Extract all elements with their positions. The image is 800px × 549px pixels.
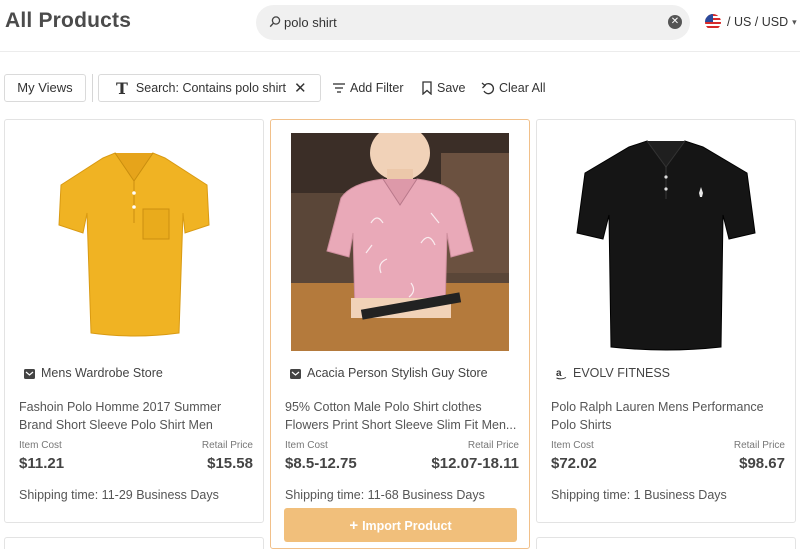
product-title[interactable]: 95% Cotton Male Polo Shirt clothes Flowe… [285, 398, 517, 434]
search-icon [269, 16, 281, 28]
store-icon [24, 368, 35, 379]
locale-label: / US / USD [727, 15, 789, 29]
retail-price-label: Retail Price [201, 440, 253, 451]
store-name: a EVOLV FITNESS [555, 366, 670, 380]
plus-icon: + [349, 516, 359, 534]
my-views-button[interactable]: My Views [4, 74, 86, 102]
undo-icon [481, 82, 494, 95]
store-label: EVOLV FITNESS [573, 366, 671, 380]
store-label: Mens Wardrobe Store [41, 366, 163, 380]
bookmark-icon [422, 81, 432, 95]
search-filter-chip[interactable]: T Search: Contains polo shirt ✕ [98, 74, 321, 102]
product-image[interactable] [291, 133, 509, 351]
locale-selector[interactable]: / US / USD ▾ [705, 12, 797, 32]
search-input[interactable] [284, 13, 654, 32]
product-image[interactable] [25, 133, 243, 351]
shipping-time: Shipping time: 1 Business Days [551, 488, 727, 502]
filter-bar: My Views T Search: Contains polo shirt ✕… [0, 72, 800, 104]
top-bar: All Products ✕ / US / USD ▾ [0, 0, 800, 52]
product-card[interactable]: a EVOLV FITNESS Polo Ralph Lauren Mens P… [536, 119, 796, 523]
retail-price-value: $15.58 [207, 455, 253, 472]
chip-label: Search: Contains polo shirt [135, 81, 286, 95]
product-title[interactable]: Fashoin Polo Homme 2017 Summer Brand Sho… [19, 398, 251, 434]
search-box[interactable]: ✕ [256, 5, 690, 40]
save-label: Save [437, 81, 466, 95]
item-cost-value: $72.02 [551, 455, 597, 472]
retail-price-value: $98.67 [739, 455, 785, 472]
divider [92, 74, 93, 102]
product-card[interactable]: Acacia Person Stylish Guy Store 95% Cott… [270, 119, 530, 549]
remove-filter-icon[interactable]: ✕ [294, 79, 307, 97]
save-button[interactable]: Save [421, 74, 466, 102]
retail-price-value: $12.07-18.11 [431, 455, 519, 472]
add-filter-button[interactable]: Add Filter [332, 74, 404, 102]
store-label: Acacia Person Stylish Guy Store [307, 366, 488, 380]
store-name: Mens Wardrobe Store [23, 366, 163, 380]
item-cost-label: Item Cost [19, 440, 62, 451]
store-icon [290, 368, 301, 379]
shipping-time: Shipping time: 11-68 Business Days [285, 488, 485, 502]
retail-price-label: Retail Price [733, 440, 785, 451]
clear-all-button[interactable]: Clear All [481, 74, 546, 102]
product-title[interactable]: Polo Ralph Lauren Mens Performance Polo … [551, 398, 783, 434]
item-cost-value: $11.21 [19, 455, 65, 472]
store-name: Acacia Person Stylish Guy Store [289, 366, 488, 380]
product-image[interactable] [557, 133, 775, 351]
filter-icon [333, 83, 345, 93]
clear-all-label: Clear All [499, 81, 546, 95]
product-card-partial [536, 537, 796, 549]
chevron-down-icon: ▾ [792, 16, 797, 27]
text-type-icon: T [116, 78, 128, 98]
product-card[interactable]: Mens Wardrobe Store Fashoin Polo Homme 2… [4, 119, 264, 523]
add-filter-label: Add Filter [350, 81, 404, 95]
svg-text:a: a [556, 368, 562, 379]
item-cost-label: Item Cost [551, 440, 594, 451]
item-cost-value: $8.5-12.75 [285, 455, 357, 472]
amazon-icon: a [556, 368, 567, 379]
us-flag-icon [705, 14, 721, 30]
retail-price-label: Retail Price [467, 440, 519, 451]
clear-search-icon[interactable]: ✕ [668, 15, 682, 29]
page-title: All Products [5, 9, 132, 32]
import-label: Import Product [362, 518, 452, 533]
import-product-button[interactable]: + Import Product [284, 508, 517, 542]
product-card-partial [4, 537, 264, 549]
item-cost-label: Item Cost [285, 440, 328, 451]
shipping-time: Shipping time: 11-29 Business Days [19, 488, 219, 502]
